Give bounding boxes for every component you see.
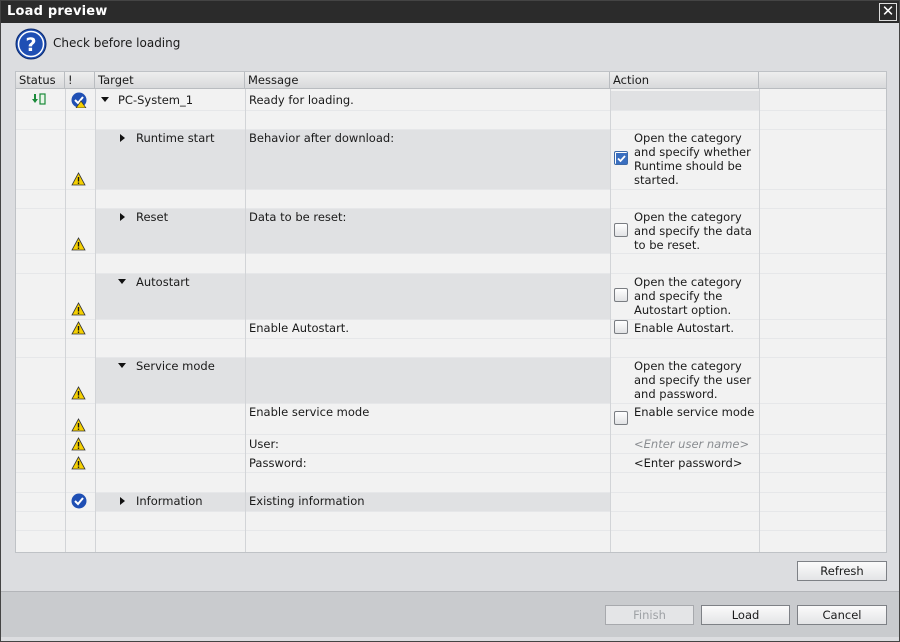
download-status-icon bbox=[32, 93, 46, 105]
reset-checkbox[interactable] bbox=[614, 223, 628, 237]
warning-icon bbox=[71, 237, 86, 251]
target-reset: Reset bbox=[136, 210, 169, 224]
row-divider bbox=[16, 273, 886, 274]
action-reset: Open the category and specify the data t… bbox=[634, 210, 752, 252]
message-password: Password: bbox=[249, 456, 307, 470]
target-runtime-start: Runtime start bbox=[136, 131, 215, 145]
message-enable-service-mode: Enable service mode bbox=[249, 405, 370, 419]
action-enable-autostart: Enable Autostart. bbox=[634, 321, 734, 335]
password-input[interactable]: <Enter password> bbox=[634, 456, 742, 470]
row-divider bbox=[16, 434, 886, 435]
user-name-input[interactable]: <Enter user name> bbox=[634, 437, 749, 451]
column-status[interactable]: Status bbox=[16, 72, 65, 89]
close-icon: ✕ bbox=[881, 2, 895, 20]
action-autostart: Open the category and specify the Autost… bbox=[634, 275, 742, 317]
expand-pc-system-icon[interactable] bbox=[101, 97, 109, 102]
row-divider bbox=[16, 357, 886, 358]
message-user: User: bbox=[249, 437, 279, 451]
ok-check-icon bbox=[71, 493, 87, 509]
warning-icon bbox=[71, 172, 86, 186]
row-divider bbox=[16, 189, 886, 190]
row-divider bbox=[16, 492, 886, 493]
target-pc-system: PC-System_1 bbox=[118, 93, 194, 107]
row-divider bbox=[16, 253, 886, 254]
column-message[interactable]: Message bbox=[245, 72, 610, 89]
dialog-footer: Finish Load Cancel bbox=[1, 591, 899, 637]
check-mark-icon bbox=[616, 153, 627, 164]
column-divider bbox=[245, 89, 246, 552]
column-divider bbox=[65, 89, 66, 552]
warning-icon bbox=[71, 437, 86, 451]
row-divider bbox=[16, 110, 886, 111]
message-runtime-start: Behavior after download: bbox=[249, 131, 395, 145]
warning-icon bbox=[71, 386, 86, 400]
row-shade bbox=[95, 208, 610, 253]
table-header: Status ! Target Message Action bbox=[16, 72, 886, 89]
row-divider bbox=[16, 319, 886, 320]
autostart-checkbox[interactable] bbox=[614, 288, 628, 302]
column-divider bbox=[95, 89, 96, 552]
column-target[interactable]: Target bbox=[95, 72, 245, 89]
load-preview-table: Status ! Target Message Action PC-System… bbox=[15, 71, 887, 553]
warning-icon bbox=[71, 418, 86, 432]
refresh-button[interactable]: Refresh bbox=[797, 561, 887, 581]
warning-icon bbox=[71, 321, 86, 335]
row-divider bbox=[16, 530, 886, 531]
question-icon: ? bbox=[15, 28, 47, 60]
load-button[interactable]: Load bbox=[701, 605, 790, 625]
enable-autostart-checkbox[interactable] bbox=[614, 320, 628, 334]
close-button[interactable]: ✕ bbox=[879, 3, 897, 21]
action-runtime-start: Open the category and specify whether Ru… bbox=[634, 131, 751, 187]
target-autostart: Autostart bbox=[136, 275, 190, 289]
checked-warning-icon bbox=[71, 92, 87, 108]
expand-reset-icon[interactable] bbox=[120, 213, 125, 221]
message-reset: Data to be reset: bbox=[249, 210, 347, 224]
row-divider bbox=[16, 453, 886, 454]
load-preview-dialog: Load preview ✕ ? Check before loading St… bbox=[0, 0, 900, 642]
dialog-header: ? Check before loading bbox=[1, 23, 899, 69]
target-service-mode: Service mode bbox=[136, 359, 215, 373]
action-enable-service-mode: Enable service mode bbox=[634, 405, 755, 419]
finish-button[interactable]: Finish bbox=[605, 605, 694, 625]
target-information: Information bbox=[136, 494, 203, 508]
column-divider bbox=[759, 89, 760, 552]
row-divider bbox=[16, 403, 886, 404]
runtime-start-checkbox[interactable] bbox=[614, 151, 628, 165]
row-divider bbox=[16, 511, 886, 512]
row-divider bbox=[16, 338, 886, 339]
collapse-service-mode-icon[interactable] bbox=[118, 363, 126, 368]
cancel-button[interactable]: Cancel bbox=[797, 605, 887, 625]
enable-service-mode-checkbox[interactable] bbox=[614, 411, 628, 425]
svg-text:?: ? bbox=[25, 34, 36, 56]
column-divider bbox=[610, 89, 611, 552]
column-action[interactable]: Action bbox=[610, 72, 759, 89]
row-divider bbox=[16, 472, 886, 473]
warning-icon bbox=[71, 456, 86, 470]
action-service-mode: Open the category and specify the user a… bbox=[634, 359, 752, 401]
header-title: Check before loading bbox=[53, 36, 181, 50]
collapse-autostart-icon[interactable] bbox=[118, 279, 126, 284]
title-bar: Load preview ✕ bbox=[1, 1, 899, 23]
row-divider bbox=[16, 208, 886, 209]
message-enable-autostart: Enable Autostart. bbox=[249, 321, 349, 335]
warning-icon bbox=[71, 302, 86, 316]
expand-information-icon[interactable] bbox=[120, 497, 125, 505]
message-information: Existing information bbox=[249, 494, 365, 508]
window-title: Load preview bbox=[7, 4, 108, 19]
expand-runtime-icon[interactable] bbox=[120, 134, 125, 142]
row-divider bbox=[16, 129, 886, 130]
column-alert[interactable]: ! bbox=[65, 72, 95, 89]
row-shade bbox=[610, 91, 759, 110]
message-pc-system: Ready for loading. bbox=[249, 93, 354, 107]
